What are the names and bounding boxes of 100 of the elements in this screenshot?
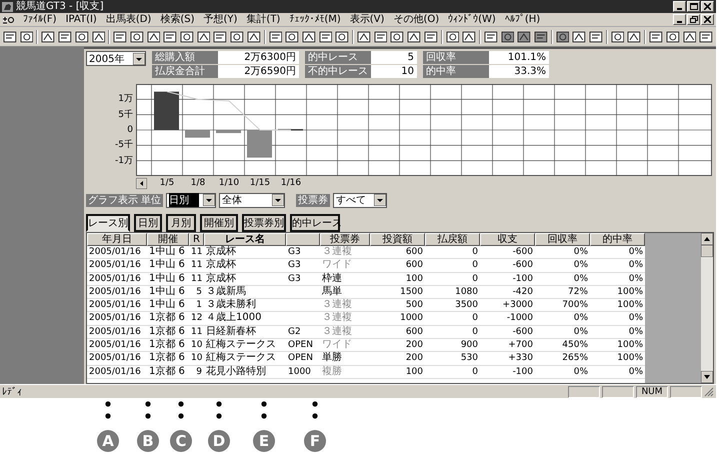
table-cell-text: 0% [628,246,644,258]
graph-unit-label: グラフ表示 単位 [86,194,164,206]
table-cell-text: 1500 [399,286,424,298]
table-cell-text: 単勝 [321,352,343,365]
table-cell-text: 1中山 6 [148,272,186,285]
table-cell-text: 530 [460,352,479,365]
table-cell-text: ３歳未勝利 [205,299,257,312]
table-cell-text: 2005/01/16 [88,326,142,338]
table-cell-text: ３連複 [321,312,353,325]
table-cell-text: 10 [190,352,204,365]
table-cell-text: G3 [287,272,302,285]
table-cell-text: 0 [471,366,479,378]
stat-value: 10 [371,65,417,78]
table-cell-text: OPEN [287,352,314,365]
table-cell-text: 0% [572,326,589,338]
stat-value: 101.1% [489,51,549,64]
table-cell-text: 0% [572,312,589,325]
table-cell-text: 紅梅ステークス [205,352,277,365]
table-cell-text: OPEN [287,339,314,352]
table-cell-text: 700% [561,299,589,312]
stat-value: 33.3% [489,65,549,78]
table-cell-text: 600 [404,246,424,258]
table-cell-text: ４歳上1000 [205,312,262,325]
callout-badge: E [253,430,275,452]
table-cell-text: 10 [190,339,204,352]
axis-label: 1/10 [218,177,240,189]
table-cell-text: -1000 [506,312,534,325]
axis-label: 1万 [118,93,133,106]
table-cell-text: 0% [572,272,589,285]
axis-label: 1/8 [190,177,206,189]
table-cell-text: -600 [512,326,534,338]
table-cell-text: 1000 [399,312,424,325]
table-cell-text: 2005/01/16 [88,259,142,272]
table-cell-text: 2005/01/16 [88,286,142,298]
table-cell-text: 0% [628,366,644,378]
table-cell-text: 2005/01/16 [88,312,142,325]
callout-badge: C [170,430,192,452]
stat-label: 的中レース [305,51,371,64]
axis-label: 1/15 [248,177,272,189]
table-cell-text: 複勝 [321,366,343,378]
table-cell-text: 200 [404,339,424,352]
table-cell-text: 0% [572,259,589,272]
table-cell-text: 11 [190,259,204,272]
table-cell-text: -600 [512,259,534,272]
status-indicator: NUM [636,386,668,398]
stat-value: 2万6300円 [218,51,299,64]
table-cell-text: ワイド [321,259,353,272]
table-cell-text: 2005/01/16 [88,339,142,352]
table-cell-text: 100% [616,286,644,298]
ticket-label: 投票券 [296,194,330,206]
table-cell-text: 11 [190,246,204,258]
stat-label: 総購入額 [152,51,218,64]
callout-badge: A [97,430,119,452]
table-cell-text: ３連複 [321,299,353,312]
table-cell-text: -600 [512,246,534,258]
table-cell-text: -100 [512,366,534,378]
table-cell-text: 12 [190,312,204,325]
table-cell-text: 2005/01/16 [88,366,142,378]
table-cell-text: 1京都 6 [148,366,186,378]
table-cell-text: 0 [471,312,479,325]
table-cell-text: 200 [404,352,424,365]
table-cell-text: 11 [190,272,204,285]
table-cell-text: 100% [616,339,644,352]
table-cell-text: 100% [616,299,644,312]
axis-label: -5千 [115,139,133,152]
window-title: 競馬道GT3 - [収支] [16,0,104,12]
table-cell-text: +700 [507,339,534,352]
table-cell-text: 5 [195,286,203,298]
callout-badge: F [304,430,326,452]
table-cell-text: 1080 [454,286,479,298]
table-cell-text: 馬単 [321,286,343,298]
table-cell-text: 1京都 6 [148,352,186,365]
stat-label: 払戻金合計 [152,65,218,78]
table-cell-text: 100 [404,272,424,285]
callout-badge: D [208,430,230,452]
table-cell-text: G3 [287,259,302,272]
table-cell-text: ３連複 [321,246,353,258]
table-cell-text: 1中山 6 [148,259,186,272]
table-cell-text: 1京都 6 [148,312,186,325]
table-cell-text: 265% [561,352,589,365]
table-cell-text: 9 [195,366,203,378]
table-cell-text: 100% [616,352,644,365]
stat-value: 5 [371,51,417,64]
table-cell-text: 500 [404,299,424,312]
table-cell-text: 3500 [454,299,479,312]
table-cell-text: 京成杯 [205,259,237,272]
table-cell-text: +3000 [502,299,534,312]
table-cell-text: 2005/01/16 [88,299,142,312]
table-cell-text: 0 [471,272,479,285]
table-cell-text: 1000 [287,366,312,378]
table-cell-text: ワイド [321,339,353,352]
table-cell-text: 0% [628,326,644,338]
table-cell-text: 2005/01/16 [88,272,142,285]
status-text: ﾚﾃﾞｨ [2,386,22,398]
axis-label: 0 [127,124,133,136]
table-cell-text: 1京都 6 [148,326,186,338]
table-cell-text: 1中山 6 [148,299,186,312]
axis-label: 5千 [118,108,133,121]
stat-label: 不的中レース [305,65,371,78]
axis-label: 1/16 [280,177,302,189]
